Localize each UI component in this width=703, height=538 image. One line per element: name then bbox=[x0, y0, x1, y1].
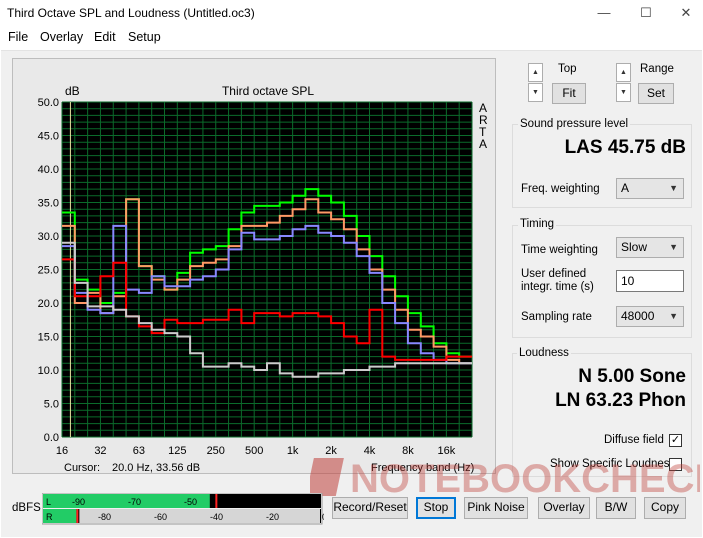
x-tick-label: 1k bbox=[287, 445, 299, 457]
meter-top-tick: -50 bbox=[184, 497, 197, 507]
loudness-phon: LN 63.23 Phon bbox=[555, 390, 686, 411]
meter-l-label: L bbox=[46, 497, 51, 507]
meter-bottom-tick: 0 bbox=[322, 512, 324, 522]
cursor-label: Cursor: bbox=[64, 462, 100, 474]
top-down-button[interactable]: ▼ bbox=[528, 83, 543, 102]
meter-r-label: R bbox=[46, 512, 53, 522]
integr-time-input[interactable]: 10 bbox=[616, 270, 684, 292]
integr-label-line1: User defined bbox=[521, 268, 587, 280]
meter-r-rest bbox=[79, 509, 320, 523]
integr-label-line2: integr. time (s) bbox=[521, 281, 594, 293]
level-meter: LR -90 -70 -50 -30 -10 -80 -60 -40 -20 0 bbox=[42, 493, 324, 525]
chevron-down-icon: ▼ bbox=[669, 183, 678, 193]
dbfs-label: dBFS bbox=[12, 502, 41, 514]
time-weighting-value: Slow bbox=[621, 240, 648, 254]
x-tick-label: 250 bbox=[207, 445, 225, 457]
record-reset-button[interactable]: Record/Reset bbox=[332, 497, 408, 519]
y-tick-label: 5.0 bbox=[44, 399, 59, 411]
y-axis-ticks: 0.0 5.0 10.0 15.0 20.0 25.0 30.0 35.0 40.0 45.0 50… bbox=[38, 97, 59, 444]
meter-top-tick: -90 bbox=[72, 497, 85, 507]
cursor-value: 20.0 Hz, 33.56 dB bbox=[112, 462, 200, 474]
set-button[interactable]: Set bbox=[638, 83, 674, 104]
meter-top-tick: -70 bbox=[128, 497, 141, 507]
overlay-button[interactable]: Overlay bbox=[538, 497, 590, 519]
y-unit-label: dB bbox=[65, 84, 80, 98]
meter-r-peak bbox=[76, 509, 79, 523]
range-label: Range bbox=[640, 63, 674, 75]
pink-noise-button[interactable]: Pink Noise bbox=[464, 497, 528, 519]
meter-l-peak bbox=[215, 494, 218, 508]
diffuse-field-checkbox[interactable]: ✓ bbox=[669, 434, 682, 447]
spl-group-label: Sound pressure level bbox=[518, 118, 631, 130]
x-tick-label: 63 bbox=[133, 445, 145, 457]
y-tick-label: 0.0 bbox=[44, 432, 59, 444]
x-tick-label: 32 bbox=[94, 445, 106, 457]
y-tick-label: 50.0 bbox=[38, 97, 59, 109]
range-up-button[interactable]: ▲ bbox=[616, 63, 631, 82]
freq-weighting-value: A bbox=[621, 181, 630, 195]
meter-top-tick: -10 bbox=[296, 497, 309, 507]
loudness-sone: N 5.00 Sone bbox=[578, 366, 686, 387]
sampling-rate-label: Sampling rate bbox=[521, 311, 592, 323]
chevron-down-icon: ▼ bbox=[669, 311, 678, 321]
top-up-button[interactable]: ▲ bbox=[528, 63, 543, 82]
y-tick-label: 25.0 bbox=[38, 265, 59, 277]
stop-button[interactable]: Stop bbox=[416, 497, 456, 519]
meter-bottom-tick: -80 bbox=[98, 512, 111, 522]
y-tick-label: 40.0 bbox=[38, 164, 59, 176]
y-tick-label: 30.0 bbox=[38, 231, 59, 243]
freq-weighting-label: Freq. weighting bbox=[521, 183, 600, 195]
freq-weighting-select[interactable]: A ▼ bbox=[616, 178, 684, 199]
fit-button[interactable]: Fit bbox=[552, 83, 586, 104]
x-tick-label: 500 bbox=[245, 445, 263, 457]
y-tick-label: 45.0 bbox=[38, 131, 59, 143]
diffuse-field-label: Diffuse field bbox=[604, 434, 664, 446]
y-tick-label: 10.0 bbox=[38, 365, 59, 377]
x-tick-label: 16 bbox=[56, 445, 68, 457]
copy-button[interactable]: Copy bbox=[644, 497, 686, 519]
x-tick-label: 125 bbox=[168, 445, 186, 457]
time-weighting-label: Time weighting bbox=[521, 244, 598, 256]
svg-text:NOTEBOOKCHECK: NOTEBOOKCHECK bbox=[350, 457, 700, 501]
range-down-button[interactable]: ▼ bbox=[616, 83, 631, 102]
timing-group-label: Timing bbox=[518, 218, 557, 230]
chevron-down-icon: ▼ bbox=[669, 242, 678, 252]
meter-bottom-tick: -40 bbox=[210, 512, 223, 522]
time-weighting-select[interactable]: Slow ▼ bbox=[616, 237, 684, 258]
meter-bottom-tick: -60 bbox=[154, 512, 167, 522]
meter-bottom-tick: -20 bbox=[266, 512, 279, 522]
loudness-group-label: Loudness bbox=[517, 347, 571, 359]
spl-reading: LAS 45.75 dB bbox=[564, 137, 686, 158]
arta-letter-a2: A bbox=[479, 137, 487, 151]
chart-title: Third octave SPL bbox=[222, 84, 314, 98]
sampling-rate-value: 48000 bbox=[621, 309, 655, 323]
y-tick-label: 20.0 bbox=[38, 298, 59, 310]
top-label: Top bbox=[558, 63, 577, 75]
y-tick-label: 15.0 bbox=[38, 332, 59, 344]
bw-button[interactable]: B/W bbox=[596, 497, 636, 519]
y-tick-label: 35.0 bbox=[38, 198, 59, 210]
sampling-rate-select[interactable]: 48000 ▼ bbox=[616, 306, 684, 327]
meter-top-tick: -30 bbox=[240, 497, 253, 507]
